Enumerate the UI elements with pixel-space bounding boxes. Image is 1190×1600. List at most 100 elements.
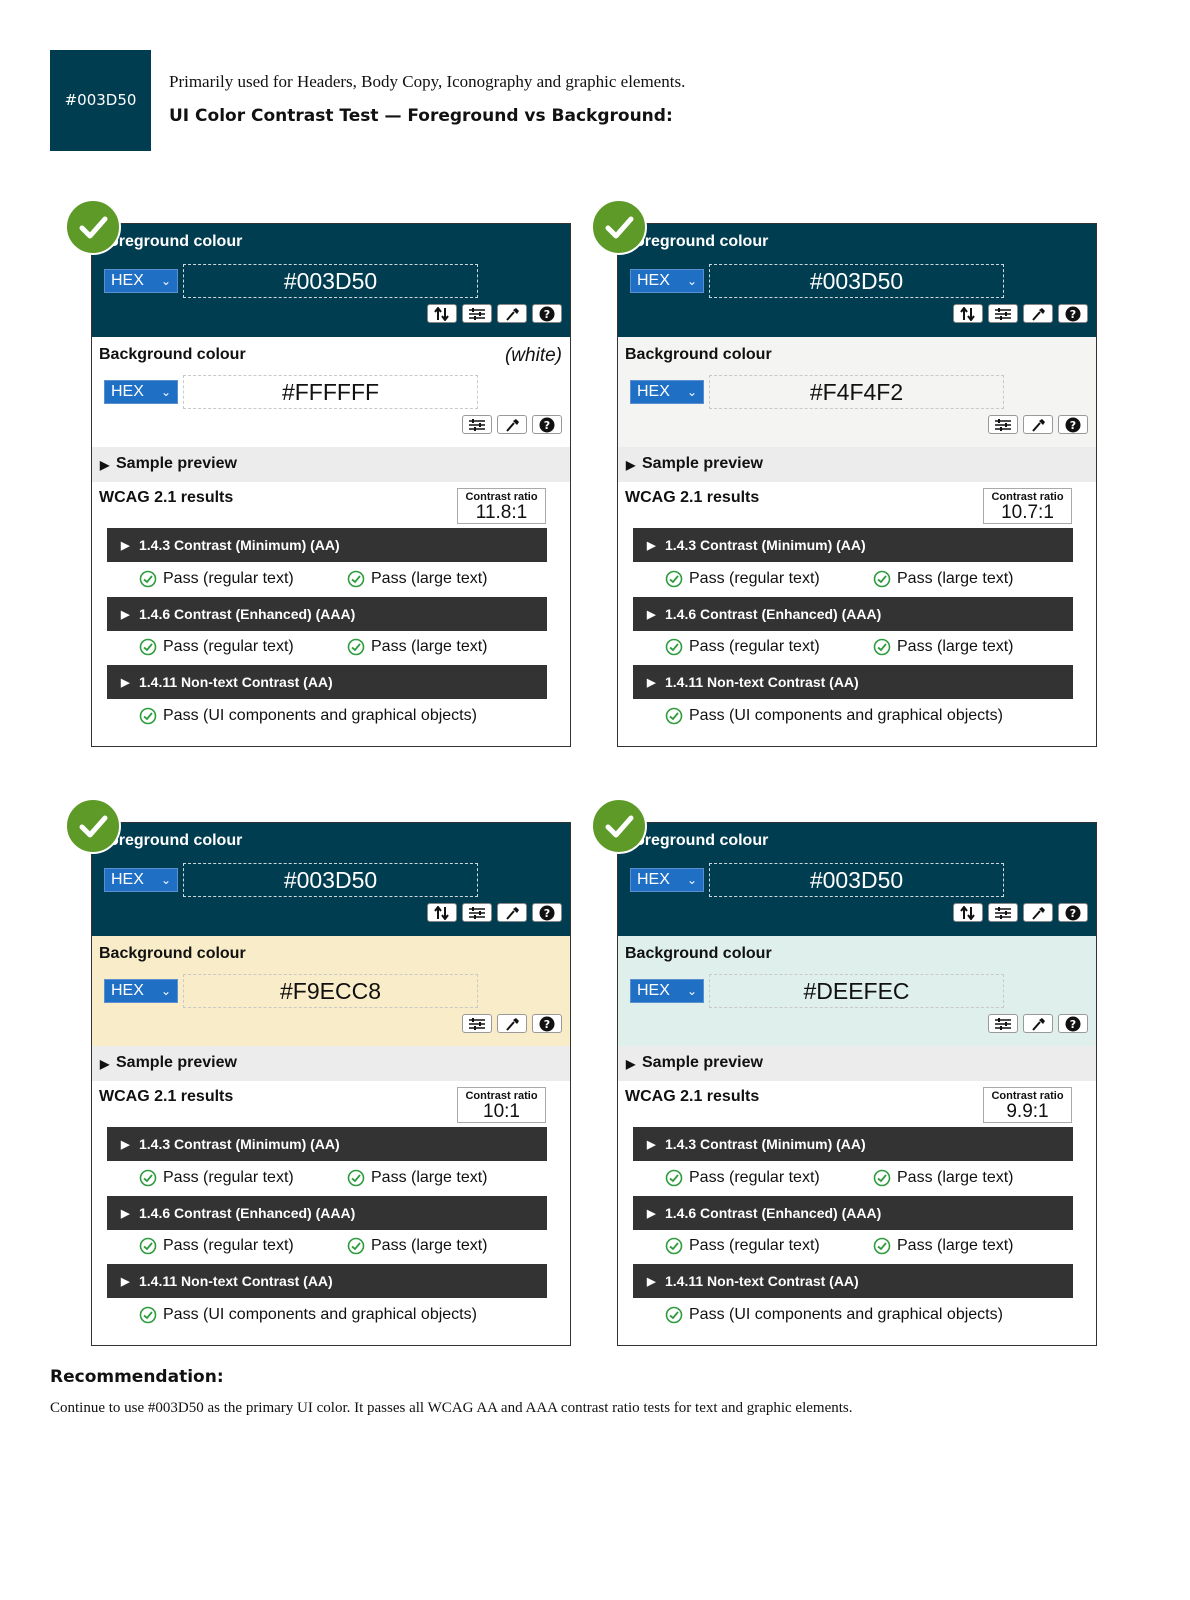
- pass-text: Pass (regular text): [689, 1237, 820, 1254]
- eyedropper-icon[interactable]: [1023, 304, 1053, 323]
- format-select[interactable]: HEX ⌄: [104, 868, 178, 892]
- help-icon[interactable]: ?: [1058, 415, 1088, 434]
- check-circle-icon: [139, 1237, 157, 1255]
- criterion-toggle[interactable]: ▶ 1.4.6 Contrast (Enhanced) (AAA): [107, 1196, 547, 1230]
- chevron-down-icon: ⌄: [160, 274, 171, 288]
- help-icon[interactable]: ?: [532, 415, 562, 434]
- svg-text:?: ?: [1070, 419, 1076, 432]
- sliders-icon[interactable]: [988, 304, 1018, 323]
- foreground-toolbar: ?: [427, 903, 562, 923]
- criterion-label: 1.4.11 Non-text Contrast (AA): [139, 1273, 333, 1289]
- check-badge-icon: [591, 199, 647, 255]
- foreground-hex-input[interactable]: #003D50: [183, 863, 478, 897]
- help-icon[interactable]: ?: [532, 304, 562, 323]
- sample-preview-toggle[interactable]: ▶ Sample preview: [92, 447, 570, 482]
- pass-result: Pass (large text): [347, 570, 487, 588]
- format-value: HEX: [637, 272, 670, 289]
- background-toolbar: ?: [988, 1014, 1088, 1034]
- sliders-icon[interactable]: [462, 903, 492, 922]
- criterion-label: 1.4.6 Contrast (Enhanced) (AAA): [665, 1205, 882, 1221]
- sample-preview-toggle[interactable]: ▶ Sample preview: [618, 447, 1096, 482]
- background-hex-input[interactable]: #F9ECC8: [183, 974, 478, 1008]
- foreground-hex-input[interactable]: #003D50: [709, 863, 1004, 897]
- format-value: HEX: [637, 383, 670, 400]
- sample-preview-toggle[interactable]: ▶ Sample preview: [618, 1046, 1096, 1081]
- criterion-toggle[interactable]: ▶ 1.4.6 Contrast (Enhanced) (AAA): [633, 1196, 1073, 1230]
- criterion-toggle[interactable]: ▶ 1.4.11 Non-text Contrast (AA): [107, 665, 547, 699]
- pass-text: Pass (large text): [897, 638, 1014, 655]
- background-hex-input[interactable]: #DEEFEC: [709, 974, 1004, 1008]
- criterion-toggle[interactable]: ▶ 1.4.6 Contrast (Enhanced) (AAA): [107, 597, 547, 631]
- sliders-icon[interactable]: [462, 304, 492, 323]
- foreground-section: oreground colour HEX ⌄ #003D50?: [618, 823, 1096, 936]
- format-select[interactable]: HEX ⌄: [104, 269, 178, 293]
- triangle-right-icon: ▶: [121, 677, 130, 689]
- swap-icon[interactable]: [953, 903, 983, 922]
- criterion-toggle[interactable]: ▶ 1.4.3 Contrast (Minimum) (AA): [107, 528, 547, 562]
- criterion-toggle[interactable]: ▶ 1.4.11 Non-text Contrast (AA): [633, 665, 1073, 699]
- background-title: Background colour: [625, 945, 772, 962]
- eyedropper-icon[interactable]: [497, 903, 527, 922]
- swap-icon[interactable]: [427, 903, 457, 922]
- pass-result: Pass (large text): [873, 638, 1013, 656]
- help-icon[interactable]: ?: [532, 903, 562, 922]
- pass-text: Pass (regular text): [689, 570, 820, 587]
- pass-text: Pass (regular text): [163, 570, 294, 587]
- criterion-label: 1.4.6 Contrast (Enhanced) (AAA): [665, 606, 882, 622]
- triangle-right-icon: ▶: [647, 677, 656, 689]
- format-select[interactable]: HEX ⌄: [630, 380, 704, 404]
- format-select[interactable]: HEX ⌄: [630, 868, 704, 892]
- swap-icon[interactable]: [953, 304, 983, 323]
- format-select[interactable]: HEX ⌄: [104, 979, 178, 1003]
- triangle-right-icon: ▶: [647, 540, 656, 552]
- foreground-section: oreground colour HEX ⌄ #003D50?: [92, 823, 570, 936]
- check-circle-icon: [665, 638, 683, 656]
- criterion-toggle[interactable]: ▶ 1.4.3 Contrast (Minimum) (AA): [633, 1127, 1073, 1161]
- help-icon[interactable]: ?: [1058, 1014, 1088, 1033]
- eyedropper-icon[interactable]: [497, 415, 527, 434]
- help-icon[interactable]: ?: [532, 1014, 562, 1033]
- contrast-ratio-box: Contrast ratio 10.7:1: [983, 488, 1072, 524]
- check-circle-icon: [139, 707, 157, 725]
- criterion-toggle[interactable]: ▶ 1.4.3 Contrast (Minimum) (AA): [107, 1127, 547, 1161]
- background-hex-input[interactable]: #FFFFFF: [183, 375, 478, 409]
- criterion-label: 1.4.11 Non-text Contrast (AA): [665, 1273, 859, 1289]
- pass-result: Pass (UI components and graphical object…: [139, 1306, 477, 1324]
- format-select[interactable]: HEX ⌄: [104, 380, 178, 404]
- eyedropper-icon[interactable]: [1023, 415, 1053, 434]
- sample-preview-label: Sample preview: [642, 1054, 763, 1071]
- background-toolbar: ?: [462, 415, 562, 435]
- sliders-icon[interactable]: [462, 415, 492, 434]
- help-icon[interactable]: ?: [1058, 903, 1088, 922]
- foreground-hex-input[interactable]: #003D50: [709, 264, 1004, 298]
- sample-preview-label: Sample preview: [116, 455, 237, 472]
- swap-icon[interactable]: [427, 304, 457, 323]
- criterion-toggle[interactable]: ▶ 1.4.3 Contrast (Minimum) (AA): [633, 528, 1073, 562]
- criterion-toggle[interactable]: ▶ 1.4.11 Non-text Contrast (AA): [633, 1264, 1073, 1298]
- eyedropper-icon[interactable]: [497, 304, 527, 323]
- sliders-icon[interactable]: [462, 1014, 492, 1033]
- recommendation-title: Recommendation:: [50, 1367, 224, 1387]
- pass-result: Pass (large text): [873, 1237, 1013, 1255]
- criterion-label: 1.4.6 Contrast (Enhanced) (AAA): [139, 606, 356, 622]
- foreground-hex-input[interactable]: #003D50: [183, 264, 478, 298]
- triangle-right-icon: ▶: [647, 1208, 656, 1220]
- contrast-checker-card: oreground colour HEX ⌄ #003D50? Background c…: [617, 223, 1097, 747]
- format-select[interactable]: HEX ⌄: [630, 269, 704, 293]
- background-hex-input[interactable]: #F4F4F2: [709, 375, 1004, 409]
- sliders-icon[interactable]: [988, 415, 1018, 434]
- check-circle-icon: [347, 638, 365, 656]
- eyedropper-icon[interactable]: [497, 1014, 527, 1033]
- format-select[interactable]: HEX ⌄: [630, 979, 704, 1003]
- sliders-icon[interactable]: [988, 903, 1018, 922]
- eyedropper-icon[interactable]: [1023, 903, 1053, 922]
- sample-preview-toggle[interactable]: ▶ Sample preview: [92, 1046, 570, 1081]
- background-toolbar: ?: [462, 1014, 562, 1034]
- criterion-toggle[interactable]: ▶ 1.4.11 Non-text Contrast (AA): [107, 1264, 547, 1298]
- background-title: Background colour: [99, 346, 246, 363]
- eyedropper-icon[interactable]: [1023, 1014, 1053, 1033]
- sliders-icon[interactable]: [988, 1014, 1018, 1033]
- check-badge-icon: [65, 199, 121, 255]
- criterion-toggle[interactable]: ▶ 1.4.6 Contrast (Enhanced) (AAA): [633, 597, 1073, 631]
- help-icon[interactable]: ?: [1058, 304, 1088, 323]
